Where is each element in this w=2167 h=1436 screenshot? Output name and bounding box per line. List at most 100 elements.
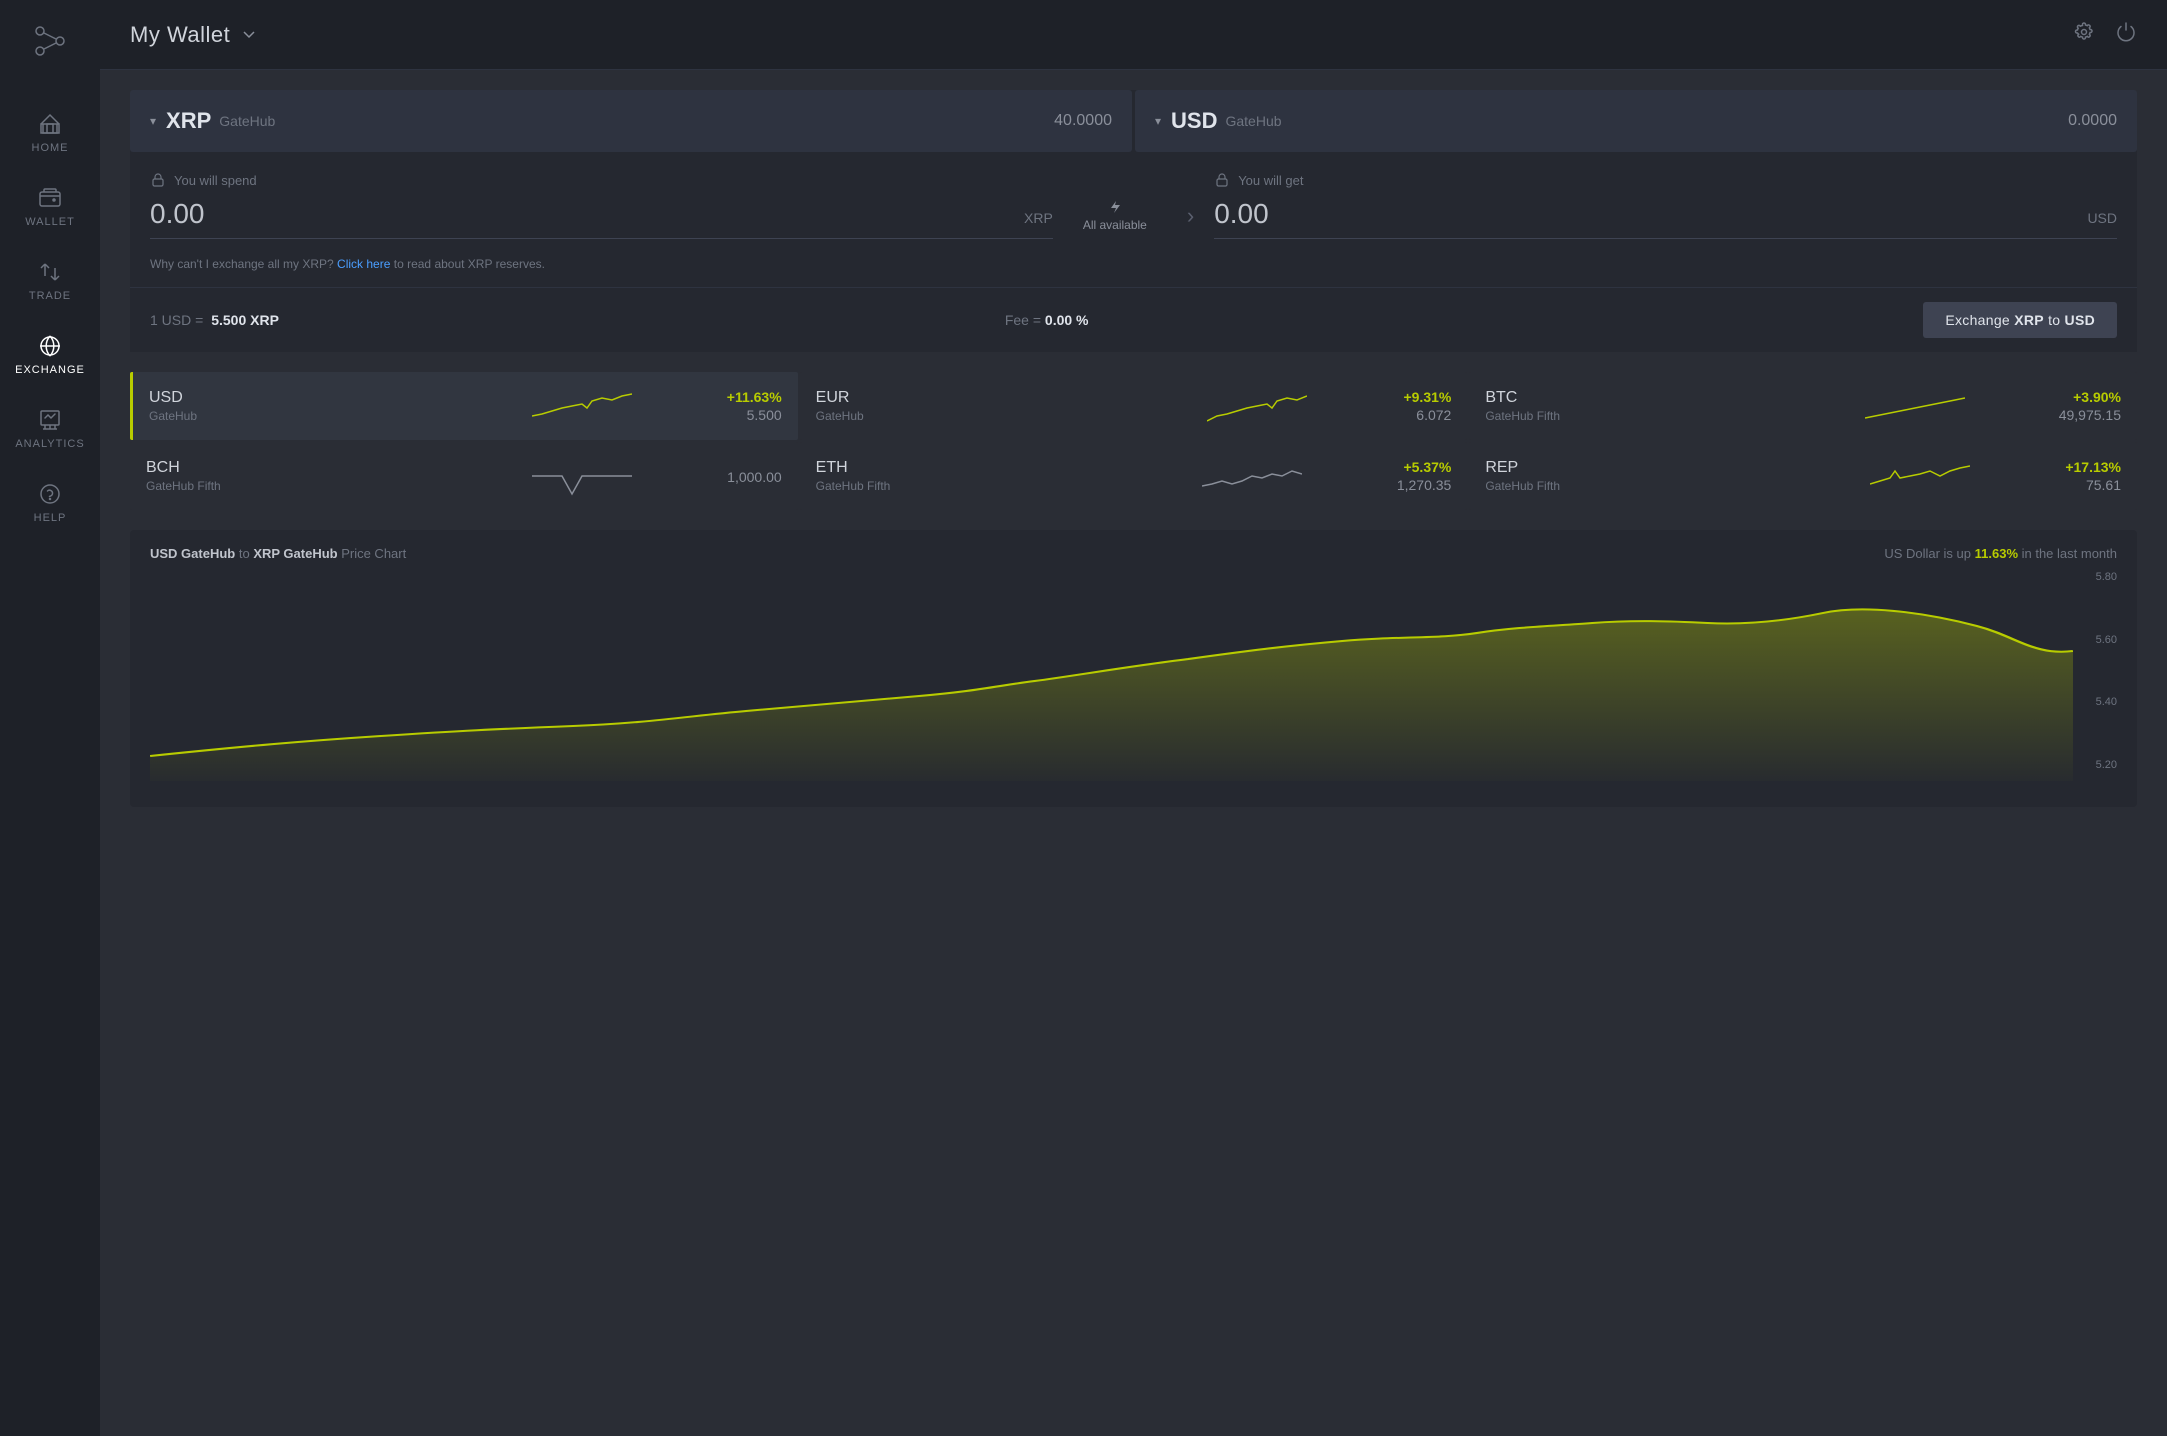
sidebar-item-analytics-label: ANALYTICS	[15, 438, 84, 450]
market-values-bch: 1,000.00	[727, 467, 782, 485]
topbar: My Wallet	[100, 0, 2167, 70]
market-info-eur: EUR GateHub	[816, 389, 1110, 423]
sidebar-item-exchange-label: EXCHANGE	[15, 364, 85, 376]
xrp-notice-text: Why can't I exchange all my XRP?	[150, 257, 334, 271]
spend-input-wrapper: XRP	[150, 198, 1053, 239]
market-row-bch[interactable]: BCH GateHub Fifth 1,000.00	[130, 442, 798, 510]
chart-y-labels: 5.80 5.60 5.40 5.20	[2077, 571, 2117, 791]
market-change-usd: +11.63%	[727, 389, 782, 405]
market-values-btc: +3.90% 49,975.15	[2059, 389, 2121, 423]
market-row-eth[interactable]: ETH GateHub Fifth +5.37% 1,270.35	[800, 442, 1468, 510]
get-label: You will get	[1214, 172, 2117, 188]
market-row-btc[interactable]: BTC GateHub Fifth +3.90% 49,975.15	[1469, 372, 2137, 440]
price-chart-trend: US Dollar is up 11.63% in the last month	[1884, 546, 2117, 561]
market-name-bch: BCH	[146, 459, 437, 477]
market-price-btc: 49,975.15	[2059, 407, 2121, 423]
market-chart-usd	[438, 386, 727, 426]
market-name-usd: USD	[149, 389, 438, 407]
market-chart-bch	[437, 456, 728, 496]
topbar-actions	[2073, 21, 2137, 49]
market-change-eth: +5.37%	[1397, 459, 1452, 475]
exchange-panel: ▾ XRP GateHub 40.0000 ▾ USD GateHub 0.00…	[130, 90, 2137, 352]
price-chart-section: USD GateHub to XRP GateHub Price Chart U…	[130, 530, 2137, 807]
from-currency-issuer: GateHub	[219, 113, 1054, 129]
price-chart-container: 5.80 5.60 5.40 5.20	[150, 571, 2117, 791]
market-price-eth: 1,270.35	[1397, 477, 1452, 493]
chart-y-label-1: 5.80	[2077, 571, 2117, 583]
to-currency-selector[interactable]: ▾ USD GateHub 0.0000	[1135, 90, 2137, 152]
market-row-usd[interactable]: USD GateHub +11.63% 5.500	[130, 372, 798, 440]
sidebar-item-home-label: HOME	[32, 142, 69, 154]
market-price-bch: 1,000.00	[727, 469, 782, 485]
market-chart-eur	[1110, 386, 1404, 426]
exchange-inputs: You will spend XRP All available ›	[130, 152, 2137, 249]
sidebar-item-trade[interactable]: TRADE	[0, 244, 100, 318]
market-chart-rep	[1775, 456, 2065, 496]
market-info-usd: USD GateHub	[149, 389, 438, 423]
from-currency-selector[interactable]: ▾ XRP GateHub 40.0000	[130, 90, 1132, 152]
market-issuer-bch: GateHub Fifth	[146, 479, 437, 493]
all-available-button[interactable]: All available	[1063, 200, 1167, 232]
market-chart-btc	[1772, 386, 2059, 426]
to-currency-issuer: GateHub	[1225, 113, 2068, 129]
power-icon[interactable]	[2115, 21, 2137, 49]
market-row-rep[interactable]: REP GateHub Fifth +17.13% 75.61	[1469, 442, 2137, 510]
from-chevron-icon: ▾	[150, 114, 156, 128]
xrp-notice: Why can't I exchange all my XRP? Click h…	[130, 249, 2137, 287]
sidebar-item-help-label: HELP	[34, 512, 67, 524]
get-input[interactable]	[1214, 198, 2077, 230]
main-content: My Wallet	[100, 0, 2167, 1436]
market-values-rep: +17.13% 75.61	[2065, 459, 2121, 493]
market-name-eur: EUR	[816, 389, 1110, 407]
market-info-eth: ETH GateHub Fifth	[816, 459, 1107, 493]
fee-value: 0.00 %	[1045, 312, 1089, 328]
settings-icon[interactable]	[2073, 21, 2095, 49]
market-values-eth: +5.37% 1,270.35	[1397, 459, 1452, 493]
lightning-icon	[1108, 200, 1122, 214]
market-change-rep: +17.13%	[2065, 459, 2121, 475]
sidebar-item-analytics[interactable]: ANALYTICS	[0, 392, 100, 466]
xrp-notice-link[interactable]: Click here	[337, 257, 390, 271]
get-label-text: You will get	[1238, 173, 1303, 188]
spend-input[interactable]	[150, 198, 1014, 230]
rate-value: 5.500 XRP	[211, 312, 279, 328]
sidebar-item-wallet[interactable]: WALLET	[0, 170, 100, 244]
market-price-eur: 6.072	[1403, 407, 1451, 423]
market-table: USD GateHub +11.63% 5.500 EUR GateHub	[130, 372, 2137, 510]
exchange-button[interactable]: Exchange XRP to USD	[1923, 302, 2117, 338]
market-row-eur[interactable]: EUR GateHub +9.31% 6.072	[800, 372, 1468, 440]
from-currency-code: XRP	[166, 108, 211, 134]
chart-y-label-3: 5.40	[2077, 696, 2117, 708]
get-input-wrapper: USD	[1214, 198, 2117, 239]
market-info-bch: BCH GateHub Fifth	[146, 459, 437, 493]
xrp-notice-suffix: to read about XRP reserves.	[394, 257, 545, 271]
market-name-eth: ETH	[816, 459, 1107, 477]
exchange-arrow-icon: ›	[1177, 203, 1204, 229]
market-values-eur: +9.31% 6.072	[1403, 389, 1451, 423]
chart-y-label-2: 5.60	[2077, 634, 2117, 646]
sidebar-item-exchange[interactable]: EXCHANGE	[0, 318, 100, 392]
get-currency-label: USD	[2087, 210, 2117, 226]
market-change-btc: +3.90%	[2059, 389, 2121, 405]
chart-y-label-4: 5.20	[2077, 759, 2117, 771]
market-price-usd: 5.500	[727, 407, 782, 423]
sidebar: HOME WALLET TRADE EXCHANGE	[0, 0, 100, 1436]
fee-text: Fee = 0.00 %	[1005, 312, 1089, 328]
spend-group: You will spend XRP	[150, 172, 1053, 239]
lock-get-icon	[1214, 172, 1230, 188]
from-currency-balance: 40.0000	[1054, 112, 1112, 130]
market-name-rep: REP	[1485, 459, 1775, 477]
chevron-down-icon	[240, 26, 258, 44]
to-currency-balance: 0.0000	[2068, 112, 2117, 130]
wallet-selector[interactable]: My Wallet	[130, 22, 258, 48]
lock-icon	[150, 172, 166, 188]
market-change-eur: +9.31%	[1403, 389, 1451, 405]
sidebar-item-home[interactable]: HOME	[0, 96, 100, 170]
sidebar-item-trade-label: TRADE	[29, 290, 71, 302]
market-chart-eth	[1106, 456, 1397, 496]
wallet-title: My Wallet	[130, 22, 230, 48]
sidebar-item-help[interactable]: HELP	[0, 466, 100, 540]
get-group: You will get USD	[1214, 172, 2117, 239]
spend-label-text: You will spend	[174, 173, 257, 188]
market-name-btc: BTC	[1485, 389, 1772, 407]
